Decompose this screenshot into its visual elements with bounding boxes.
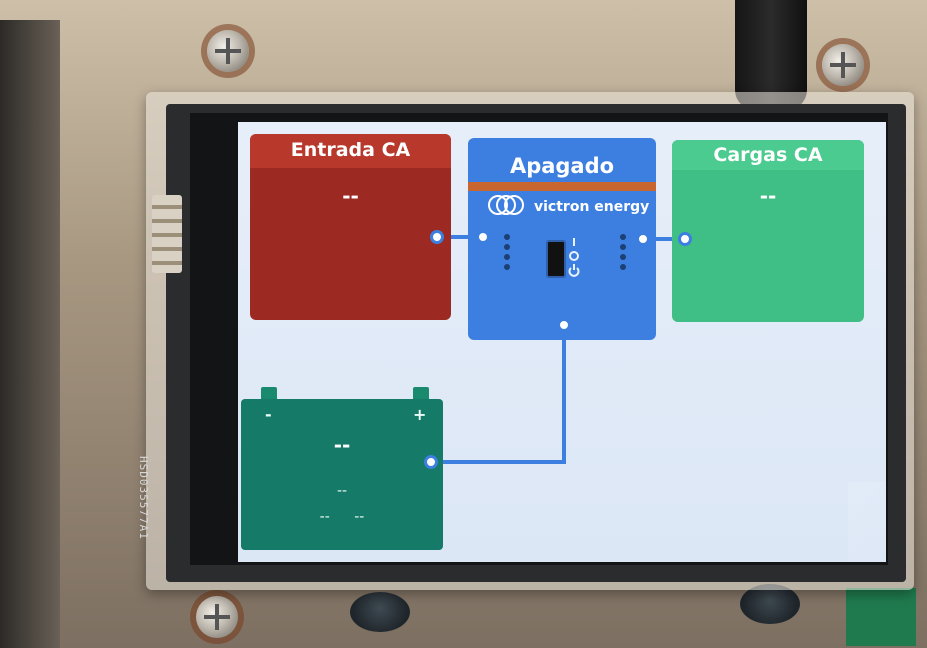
- wire-battery-across: [434, 460, 566, 464]
- led-3: [504, 254, 510, 260]
- enclosure-edge: [0, 20, 60, 648]
- brand-text: victron energy: [534, 199, 650, 215]
- battery-minus-label: -: [265, 405, 272, 424]
- battery-terminal-minus: [261, 387, 277, 399]
- led-5: [620, 234, 626, 240]
- power-switch[interactable]: [546, 240, 566, 278]
- green-tag: [846, 588, 916, 646]
- screw-top-right: [822, 44, 864, 86]
- standoff-bottom-right: [740, 584, 800, 624]
- inverter-stripe: [468, 182, 656, 191]
- ac-loads-title: Cargas CA: [713, 144, 823, 166]
- led-7: [620, 254, 626, 260]
- node-inverter-out: [636, 232, 650, 246]
- ac-input-value: --: [342, 184, 359, 208]
- screen-glare: [848, 482, 886, 562]
- node-acin-out: [430, 230, 444, 244]
- led-4: [504, 264, 510, 270]
- led-8: [620, 264, 626, 270]
- on-off-icon: [568, 238, 580, 277]
- battery-voltage: --: [333, 433, 351, 457]
- standoff-bottom-center: [350, 592, 410, 632]
- battery-tile[interactable]: - + -- -- -- --: [241, 387, 443, 550]
- node-loads-in: [678, 232, 692, 246]
- screw-top-left: [207, 30, 249, 72]
- node-inverter-dc: [557, 318, 571, 332]
- wire-inverter-down: [562, 328, 566, 464]
- pcb-label: HSD035577A1: [137, 456, 150, 540]
- led-1: [504, 234, 510, 240]
- ac-input-title: Entrada CA: [290, 139, 411, 161]
- touch-screen[interactable]: Entrada CA -- Apagado victron energy Car…: [238, 122, 886, 562]
- ac-input-tile[interactable]: Entrada CA --: [250, 134, 451, 320]
- led-6: [620, 244, 626, 250]
- victron-logo-icon: [488, 195, 524, 215]
- ac-loads-tile[interactable]: Cargas CA --: [672, 140, 864, 322]
- battery-power: --: [354, 509, 365, 525]
- battery-soc: --: [336, 483, 348, 499]
- battery-current: --: [319, 509, 330, 525]
- ribbon-connector: [152, 195, 182, 273]
- battery-plus-label: +: [413, 405, 427, 424]
- ac-loads-value: --: [759, 184, 777, 208]
- power-switch-symbols: [568, 236, 580, 280]
- screw-bottom-left: [196, 596, 238, 638]
- inverter-tile[interactable]: Apagado victron energy: [468, 138, 656, 340]
- node-battery-plus: [424, 455, 438, 469]
- node-inverter-in: [476, 230, 490, 244]
- battery-terminal-plus: [413, 387, 429, 399]
- inverter-state: Apagado: [509, 154, 615, 178]
- battery-current-power: -- --: [241, 509, 443, 525]
- led-2: [504, 244, 510, 250]
